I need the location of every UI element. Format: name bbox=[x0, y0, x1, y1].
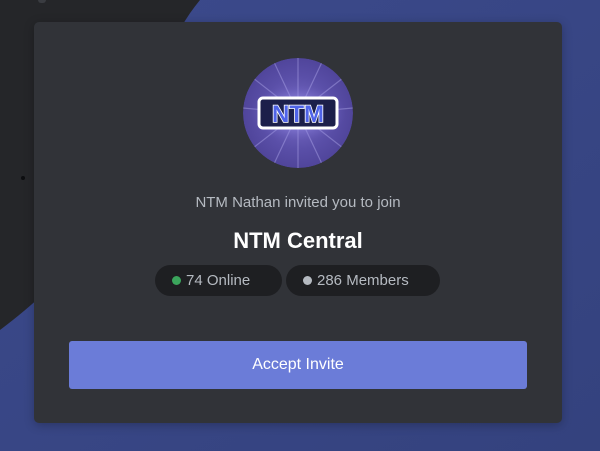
member-count-dot-icon bbox=[303, 276, 312, 285]
invite-modal: NTM NTM Nathan invited you to join NTM C… bbox=[34, 22, 562, 423]
online-count-badge: 74 Online bbox=[155, 265, 282, 296]
inviter-text: NTM Nathan invited you to join bbox=[195, 194, 401, 211]
online-count-label: 74 Online bbox=[186, 272, 251, 289]
accept-invite-button[interactable]: Accept Invite bbox=[69, 341, 527, 389]
member-count-label: 286 Members bbox=[317, 272, 409, 289]
ntm-logo-icon: NTM bbox=[243, 58, 353, 168]
background-speck bbox=[21, 176, 25, 180]
member-count-badge: 286 Members bbox=[286, 265, 440, 296]
online-status-dot-icon bbox=[172, 276, 181, 285]
server-icon: NTM bbox=[243, 58, 353, 168]
server-name: NTM Central bbox=[233, 228, 363, 253]
server-icon-text: NTM bbox=[272, 101, 324, 128]
